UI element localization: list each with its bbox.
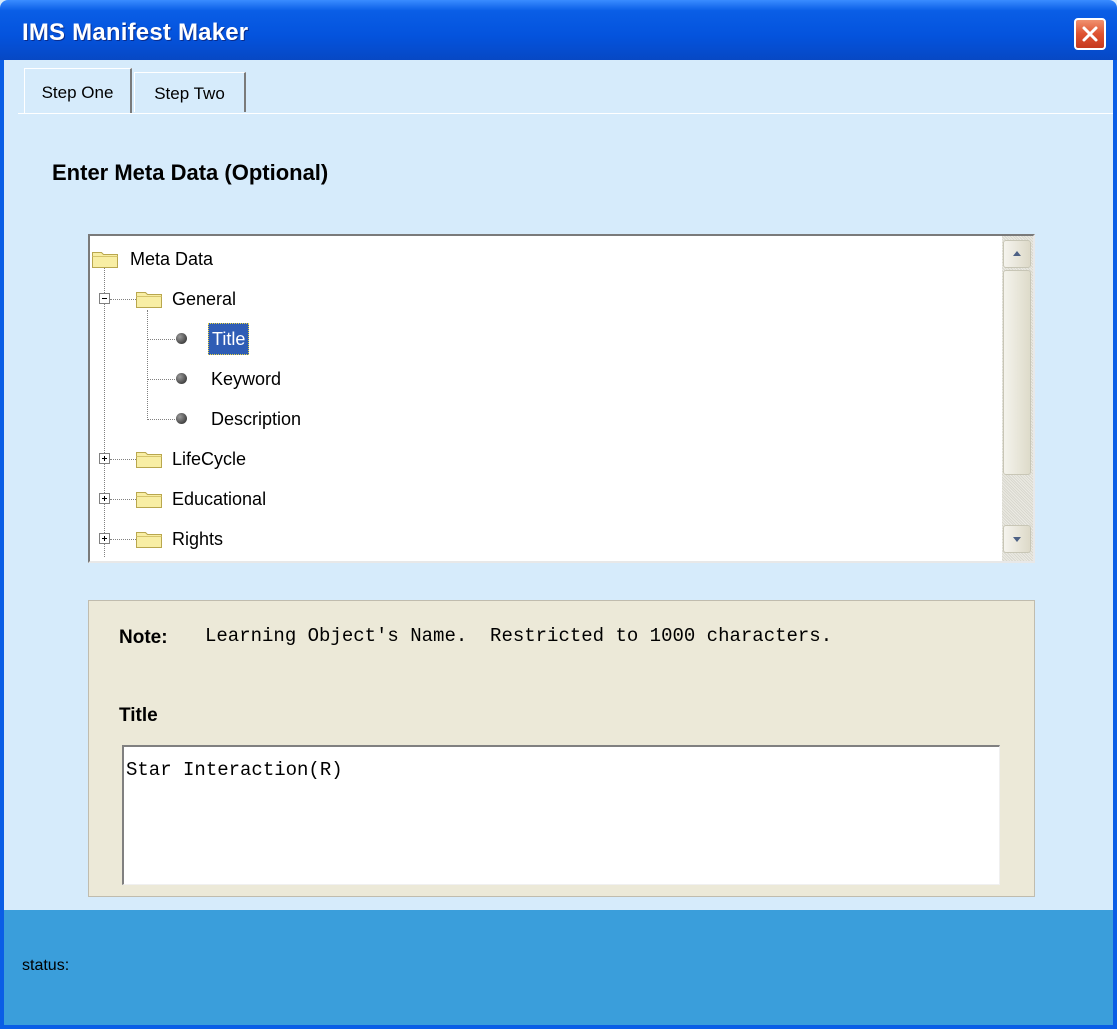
folder-icon <box>136 452 162 468</box>
tree-connector <box>110 459 138 460</box>
tree-node-label: Keyword <box>211 369 282 389</box>
tree-node-label: Educational <box>172 489 267 509</box>
tree-connector <box>147 339 177 340</box>
tree-node-general[interactable]: General <box>136 287 336 313</box>
tree-connector <box>110 499 138 500</box>
status-text: status: <box>22 957 70 974</box>
tree-node-lifecycle[interactable]: LifeCycle <box>136 447 336 473</box>
tree-node-label: Title <box>208 323 250 355</box>
scroll-thumb[interactable] <box>1003 270 1031 475</box>
close-icon <box>1082 26 1098 42</box>
tree-scrollbar[interactable] <box>1002 236 1033 561</box>
tree-node-label: Rights <box>172 529 224 549</box>
expand-toggle[interactable] <box>99 533 110 544</box>
tree-connector <box>147 310 148 420</box>
folder-icon <box>92 252 118 268</box>
window-title: IMS Manifest Maker <box>22 19 249 46</box>
tree-node-description[interactable]: Description <box>211 407 411 433</box>
tab-divider <box>18 113 1113 114</box>
tree-connector <box>104 262 105 557</box>
collapse-toggle[interactable] <box>99 293 110 304</box>
folder-icon <box>136 292 162 308</box>
scroll-down-button[interactable] <box>1003 525 1031 553</box>
tree-node-label: LifeCycle <box>172 449 247 469</box>
tree-node-label: General <box>172 289 237 309</box>
scroll-up-button[interactable] <box>1003 240 1031 268</box>
title-textarea[interactable]: Star Interaction(R) <box>122 745 1000 885</box>
title-bar[interactable]: IMS Manifest Maker <box>0 0 1117 60</box>
note-label: Note: <box>119 627 168 648</box>
tree-connector <box>110 539 138 540</box>
status-bar: status: <box>4 910 1113 1025</box>
note-text: Learning Object's Name. Restricted to 10… <box>205 625 833 647</box>
tree-node-label: Description <box>211 409 302 429</box>
tab-step-two[interactable]: Step Two <box>134 72 246 112</box>
window-border-bottom <box>0 1025 1117 1029</box>
tree-node-educational[interactable]: Educational <box>136 487 336 513</box>
arrow-down-icon <box>1013 537 1021 542</box>
expand-toggle[interactable] <box>99 453 110 464</box>
tree-node-label: Meta Data <box>130 249 214 269</box>
app-window: IMS Manifest Maker Step One Step Two Ent… <box>0 0 1117 1029</box>
window-border-left <box>0 60 4 1029</box>
arrow-up-icon <box>1013 251 1021 256</box>
tree-connector <box>147 379 177 380</box>
tree-node-keyword[interactable]: Keyword <box>211 367 411 393</box>
window-border-right <box>1113 60 1117 1029</box>
page-title: Enter Meta Data (Optional) <box>52 160 329 185</box>
leaf-bullet-icon <box>176 373 187 384</box>
field-label: Title <box>119 705 158 726</box>
detail-panel: Note: Learning Object's Name. Restricted… <box>88 600 1035 897</box>
tree-node-meta-data[interactable]: Meta Data <box>92 247 292 273</box>
tree-connector <box>110 299 138 300</box>
tree-node-rights[interactable]: Rights <box>136 527 336 553</box>
metadata-tree[interactable]: Meta Data General Title Keyword Descript… <box>88 234 1035 563</box>
folder-icon <box>136 492 162 508</box>
tab-step-one[interactable]: Step One <box>24 68 132 114</box>
minus-icon <box>102 298 107 299</box>
leaf-bullet-icon <box>176 413 187 424</box>
leaf-bullet-icon <box>176 333 187 344</box>
expand-toggle[interactable] <box>99 493 110 504</box>
close-button[interactable] <box>1074 18 1106 50</box>
folder-icon <box>136 532 162 548</box>
tree-connector <box>147 419 177 420</box>
tree-node-title[interactable]: Title <box>208 323 268 355</box>
